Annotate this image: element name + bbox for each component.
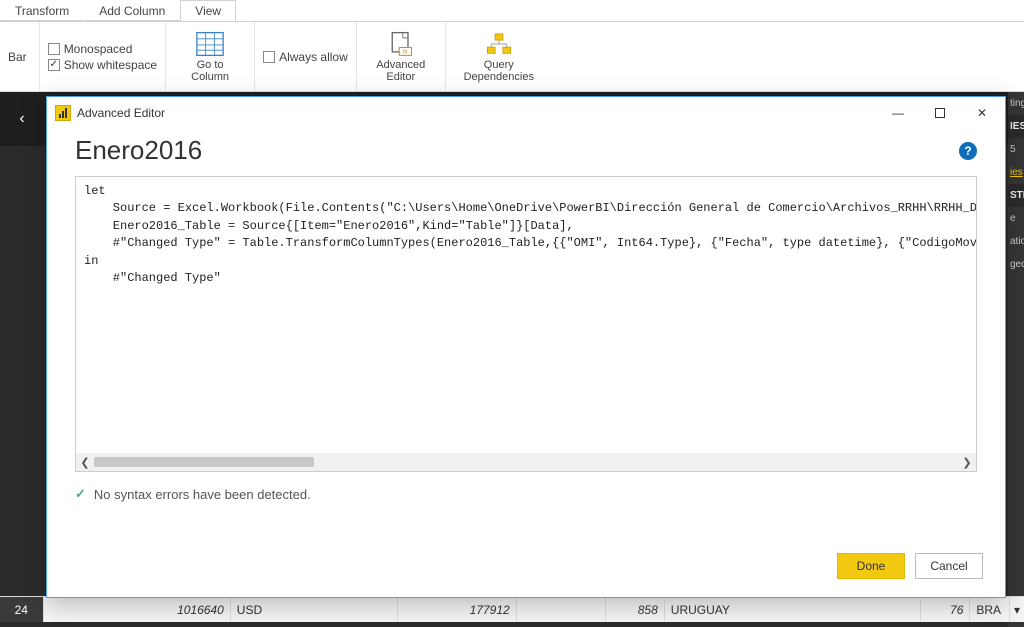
button-label: Go to Column	[191, 59, 229, 83]
checkbox-label: Always allow	[279, 50, 348, 64]
panel-fragment: ies	[1008, 161, 1024, 184]
ribbon-tabs: TransformAdd ColumnView	[0, 0, 1024, 22]
goto-column-button[interactable]: Go to Column	[174, 26, 246, 88]
chevron-down-icon[interactable]: ▾	[1010, 603, 1024, 617]
checkbox-icon	[48, 43, 60, 55]
checkbox-label: Show whitespace	[64, 58, 157, 72]
table-cell-value: 1016640	[44, 597, 231, 622]
minimize-button[interactable]: —	[877, 99, 919, 127]
panel-fragment: STE	[1008, 184, 1024, 207]
dependencies-icon	[485, 31, 513, 57]
ribbon: Bar Monospaced ✓ Show whitespace Go to C…	[0, 22, 1024, 92]
panel-fragment: e	[1008, 207, 1024, 230]
query-name-heading: Enero2016	[75, 135, 959, 166]
panel-fragment: IES	[1008, 115, 1024, 138]
button-label: Query Dependencies	[464, 59, 534, 83]
checkbox-icon: ✓	[48, 59, 60, 71]
table-cell-value: 177912	[398, 597, 516, 622]
query-dependencies-button[interactable]: Query Dependencies	[454, 26, 544, 88]
scroll-right-arrow[interactable]: ❯	[958, 453, 976, 471]
checkbox-show-whitespace[interactable]: ✓ Show whitespace	[48, 58, 157, 72]
syntax-status: ✓ No syntax errors have been detected.	[75, 486, 977, 502]
maximize-button[interactable]	[919, 99, 961, 127]
panel-fragment: ting	[1008, 92, 1024, 115]
ribbon-tab-add-column[interactable]: Add Column	[84, 0, 180, 21]
checkbox-icon	[263, 51, 275, 63]
button-label: Advanced Editor	[376, 59, 425, 83]
scroll-thumb[interactable]	[94, 457, 314, 467]
panel-fragment: 5	[1008, 138, 1024, 161]
ribbon-tab-transform[interactable]: Transform	[0, 0, 84, 21]
close-button[interactable]: ✕	[961, 99, 1003, 127]
svg-text:fx: fx	[403, 48, 408, 55]
table-cell-label: BRA	[970, 597, 1010, 622]
status-text: No syntax errors have been detected.	[94, 487, 311, 502]
table-cell-value: 76	[921, 597, 970, 622]
row-index: 24	[0, 597, 44, 622]
dialog-title: Advanced Editor	[77, 106, 165, 120]
horizontal-scrollbar[interactable]: ❮ ❯	[76, 453, 976, 471]
table-cell-label: USD	[231, 597, 399, 622]
table-cell-value: 858	[606, 597, 665, 622]
right-panel-fragment: tingIES5iesSTEeatioged	[1008, 92, 1024, 627]
checkbox-monospaced[interactable]: Monospaced	[48, 42, 157, 56]
document-code-icon: fx	[387, 31, 415, 57]
powerbi-icon	[55, 105, 71, 121]
table-cell-label: URUGUAY	[665, 597, 921, 622]
help-icon[interactable]: ?	[959, 142, 977, 160]
dialog-titlebar[interactable]: Advanced Editor — ✕	[47, 97, 1005, 129]
panel-fragment: ged	[1008, 253, 1024, 276]
table-cell-label	[517, 597, 606, 622]
code-editor[interactable]: let Source = Excel.Workbook(File.Content…	[75, 176, 977, 472]
panel-fragment: atio	[1008, 230, 1024, 253]
data-table-row-visible: 241016640USD177912 858URUGUAY76BRA▾	[0, 596, 1024, 622]
back-arrow[interactable]: ‹	[0, 92, 44, 146]
check-icon: ✓	[75, 486, 86, 502]
table-icon	[196, 31, 224, 57]
checkbox-label: Monospaced	[64, 42, 133, 56]
cancel-button[interactable]: Cancel	[915, 553, 983, 579]
scroll-left-arrow[interactable]: ❮	[76, 453, 94, 471]
checkbox-always-allow[interactable]: Always allow	[263, 50, 348, 64]
advanced-editor-button[interactable]: fx Advanced Editor	[365, 26, 437, 88]
ribbon-tab-view[interactable]: View	[180, 0, 236, 21]
done-button[interactable]: Done	[837, 553, 905, 579]
code-editor-text[interactable]: let Source = Excel.Workbook(File.Content…	[76, 177, 976, 453]
formula-bar-label: Bar	[8, 50, 31, 64]
scroll-track[interactable]	[94, 455, 958, 469]
advanced-editor-dialog: Advanced Editor — ✕ Enero2016 ? let Sour…	[46, 96, 1006, 598]
